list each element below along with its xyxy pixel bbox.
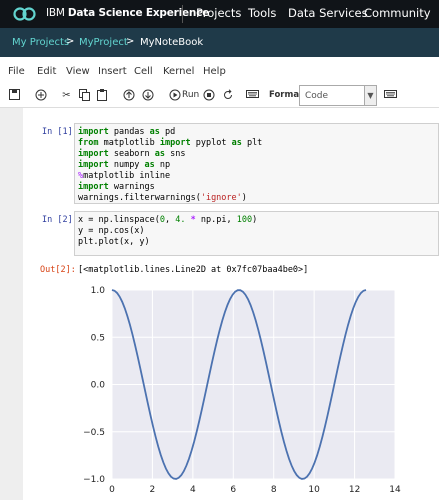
- cell-type-select[interactable]: Code ▼: [299, 85, 377, 106]
- menu-file[interactable]: File: [8, 66, 25, 77]
- code-line: plt.plot(x, y): [78, 237, 150, 247]
- menu-bar: File Edit View Insert Cell Kernel Help: [0, 57, 439, 85]
- code-line: %matplotlib inline: [78, 171, 171, 181]
- menu-help[interactable]: Help: [203, 66, 226, 77]
- breadcrumb-current-notebook: MyNoteBook: [140, 37, 204, 48]
- breadcrumb-separator: >: [126, 36, 135, 47]
- copy-icon[interactable]: [78, 89, 91, 102]
- restart-icon[interactable]: [221, 89, 234, 102]
- move-up-icon[interactable]: [122, 89, 135, 102]
- y-tick-label: 0.0: [91, 381, 106, 391]
- nav-community[interactable]: Community: [364, 6, 431, 20]
- command-palette-icon[interactable]: [384, 89, 397, 102]
- code-line: import pandas as pd: [78, 127, 176, 137]
- nav-tools[interactable]: Tools: [248, 6, 276, 20]
- x-tick-label: 10: [308, 485, 320, 495]
- brand-name: Data Science Experience: [67, 7, 210, 19]
- x-tick-label: 2: [150, 485, 156, 495]
- cut-icon[interactable]: ✂: [60, 89, 73, 102]
- y-tick-label: −0.5: [83, 428, 105, 438]
- cell-type-value: Code: [305, 91, 329, 101]
- menu-edit[interactable]: Edit: [37, 66, 56, 77]
- breadcrumb-my-projects[interactable]: My Projects: [12, 37, 69, 48]
- brand-title: IBM Data Science Experience: [46, 7, 209, 19]
- keyboard-icon[interactable]: [246, 89, 259, 102]
- header-divider: [182, 5, 183, 23]
- x-tick-label: 6: [230, 485, 236, 495]
- move-down-icon[interactable]: [141, 89, 154, 102]
- ibm-dsx-logo-icon[interactable]: [12, 6, 42, 22]
- y-tick-label: 0.5: [91, 333, 105, 343]
- menu-insert[interactable]: Insert: [98, 66, 127, 77]
- brand-prefix: IBM: [46, 7, 65, 19]
- paste-icon[interactable]: [96, 89, 109, 102]
- y-tick-label: −1.0: [83, 475, 105, 485]
- menu-cell[interactable]: Cell: [134, 66, 153, 77]
- nav-projects[interactable]: Projects: [196, 6, 241, 20]
- nav-data-services[interactable]: Data Services: [288, 6, 368, 20]
- add-cell-icon[interactable]: [34, 89, 47, 102]
- run-icon[interactable]: [168, 89, 181, 102]
- y-tick-label: 1.0: [91, 286, 106, 296]
- code-line: x = np.linspace(0, 4. * np.pi, 100): [78, 215, 258, 225]
- code-line: import numpy as np: [78, 160, 171, 170]
- x-tick-label: 8: [271, 485, 277, 495]
- cell-2-prompt: In [2]:: [42, 215, 78, 225]
- cosine-line-chart: 0 2 4 6 8 10 12 14 1.0 0.5 0.0 −0.5 −1.0: [83, 286, 401, 495]
- code-line: from matplotlib import pyplot as plt: [78, 138, 263, 148]
- code-line: import seaborn as sns: [78, 149, 186, 159]
- code-line: y = np.cos(x): [78, 226, 145, 236]
- x-tick-label: 0: [109, 485, 115, 495]
- breadcrumb: My Projects > MyProject > MyNoteBook: [0, 28, 439, 57]
- code-cell-1[interactable]: import pandas as pd from matplotlib impo…: [74, 123, 439, 204]
- breadcrumb-my-project[interactable]: MyProject: [79, 37, 128, 48]
- cell-1-prompt: In [1]:: [42, 127, 78, 137]
- output-text: [<matplotlib.lines.Line2D at 0x7fc07baa4…: [78, 265, 309, 275]
- menu-view[interactable]: View: [66, 66, 90, 77]
- chevron-down-icon[interactable]: ▼: [364, 86, 376, 105]
- x-tick-label: 4: [190, 485, 196, 495]
- x-tick-label: 14: [389, 485, 401, 495]
- code-cell-2[interactable]: x = np.linspace(0, 4. * np.pi, 100) y = …: [74, 211, 439, 256]
- save-icon[interactable]: [8, 89, 21, 102]
- x-tick-label: 12: [349, 485, 360, 495]
- code-line: warnings.filterwarnings('ignore'): [78, 193, 247, 203]
- stop-icon[interactable]: [202, 89, 215, 102]
- app-header: IBM Data Science Experience Projects Too…: [0, 0, 439, 28]
- notebook-toolbar: ✂ Run Format Code ▼: [0, 84, 439, 108]
- output-prompt: Out[2]:: [40, 265, 76, 275]
- menu-kernel[interactable]: Kernel: [163, 66, 194, 77]
- breadcrumb-separator: >: [66, 36, 75, 47]
- run-label[interactable]: Run: [182, 90, 199, 100]
- code-line: import warnings: [78, 182, 155, 192]
